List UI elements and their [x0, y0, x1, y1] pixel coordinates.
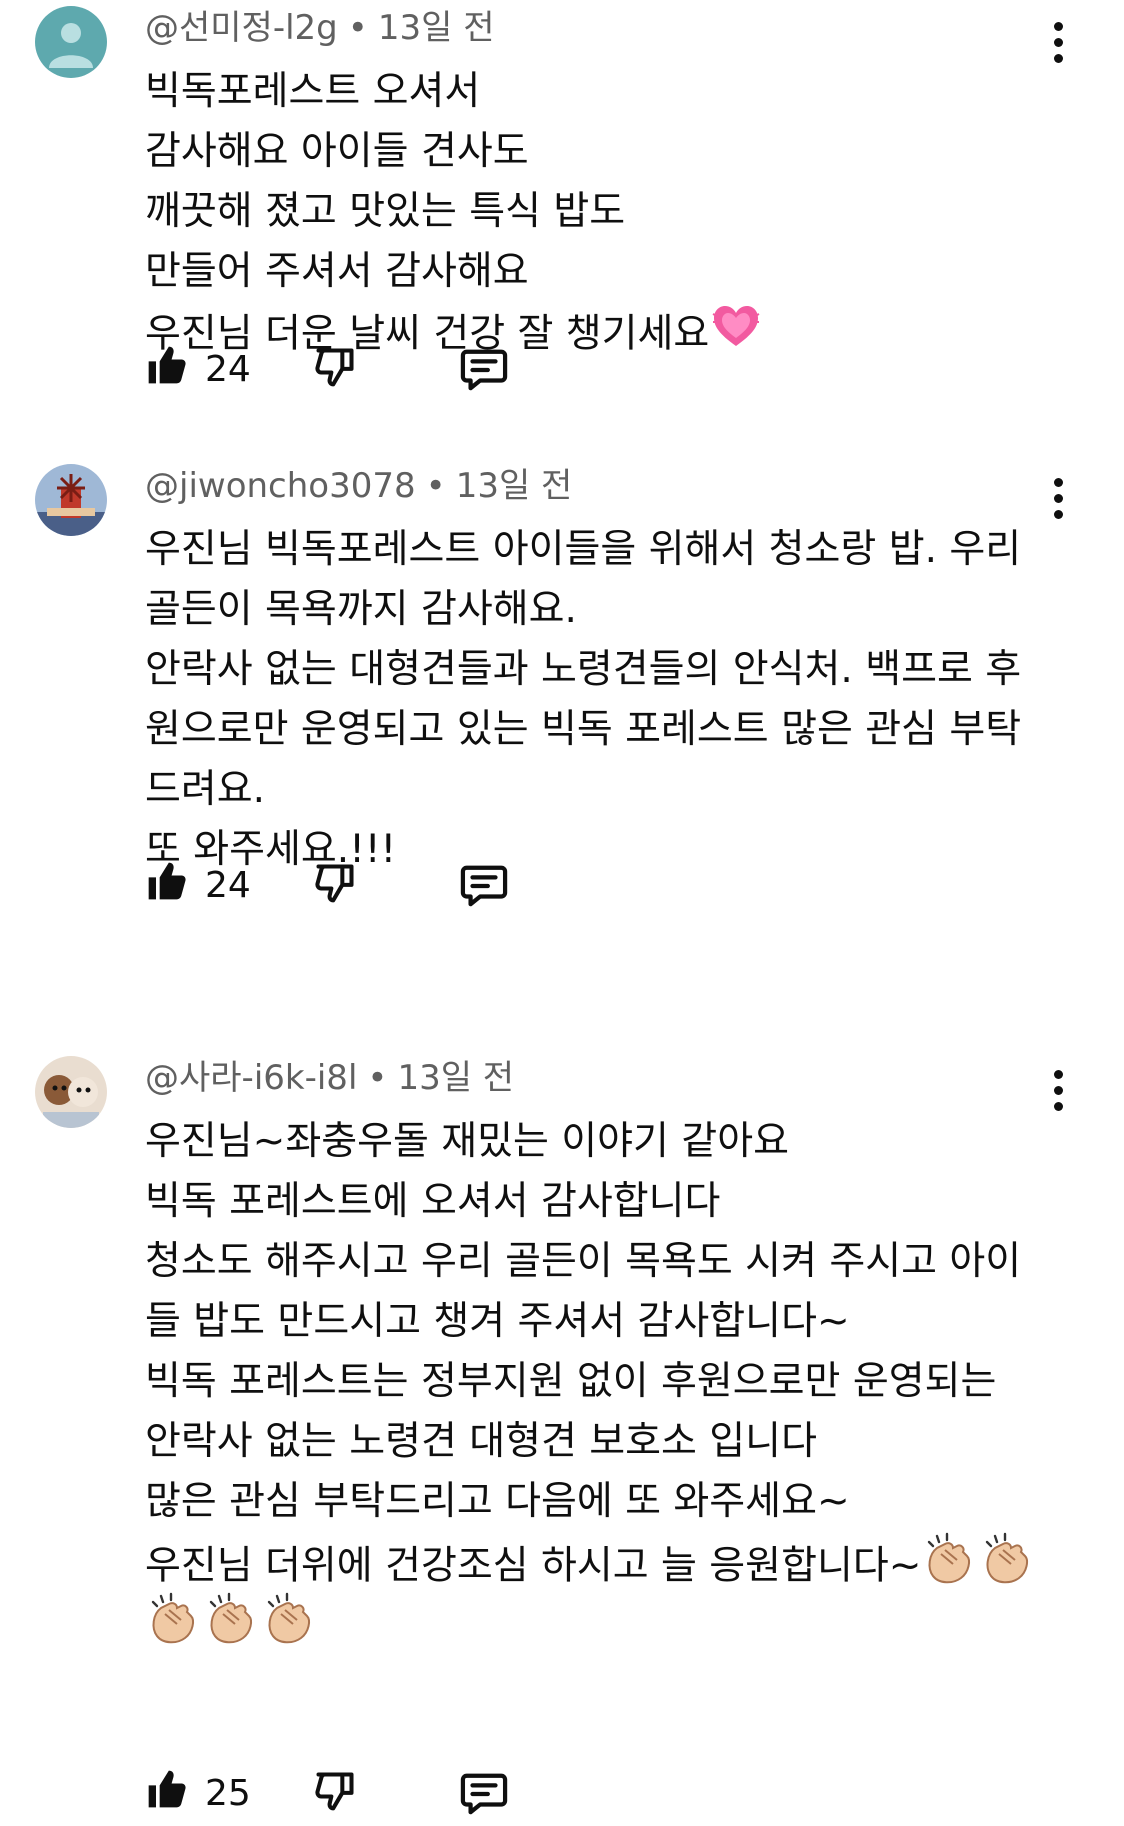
comment-author[interactable]: @jiwoncho3078 — [145, 466, 416, 506]
like-button[interactable] — [145, 1766, 193, 1818]
comment-3: @사라-i6k-i8l • 13일 전 우진님~좌충우돌 재밌는 이야기 같아요 빅… — [0, 1050, 1124, 1819]
comment-author[interactable]: @선미정-l2g — [145, 8, 338, 48]
more-vert-icon-dot — [1054, 38, 1063, 47]
dislike-button[interactable] — [313, 344, 361, 396]
comment-line: 감사해요 아이들 견사도 — [145, 129, 529, 174]
comment-line: 원으로만 운영되고 있는 빅독 포레스트 많은 관심 부탁 — [145, 707, 1022, 752]
comment-meta: @선미정-l2g • 13일 전 — [145, 4, 494, 52]
thumbs-up-icon — [148, 346, 186, 384]
clapping-hands-emoji — [263, 1592, 319, 1664]
thumbs-down-icon — [315, 1772, 354, 1811]
reply-icon — [460, 1773, 508, 1815]
more-options-button[interactable] — [1040, 1064, 1076, 1118]
comment-time: 13일 전 — [377, 8, 495, 48]
reply-button[interactable] — [459, 1770, 513, 1820]
clapping-hands-emoji — [147, 1592, 203, 1664]
more-vert-icon-dot — [1054, 510, 1063, 519]
thumbs-up-icon — [148, 862, 186, 900]
comment-line: 들 밥도 만드시고 챙겨 주셔서 감사합니다~ — [145, 1299, 850, 1344]
like-button[interactable] — [145, 342, 193, 394]
reply-button[interactable] — [459, 346, 513, 396]
comment-line: 우진님 더위에 건강조심 하시고 늘 응원합니다~ — [145, 1543, 922, 1589]
comment-line: 많은 관심 부탁드리고 다음에 또 와주세요~ — [145, 1479, 850, 1524]
more-options-button[interactable] — [1040, 472, 1076, 526]
comment-line: 빅독 포레스트에 오셔서 감사합니다 — [145, 1179, 721, 1224]
like-count: 24 — [205, 865, 251, 906]
comment-meta: @사라-i6k-i8l • 13일 전 — [145, 1054, 514, 1102]
more-vert-icon — [1054, 1070, 1063, 1079]
comment-author[interactable]: @사라-i6k-i8l — [145, 1058, 357, 1098]
meta-separator: • — [367, 1058, 388, 1098]
clapping-hands-emoji — [205, 1592, 261, 1664]
comment-line: 우진님 빅독포레스트 아이들을 위해서 청소랑 밥. 우리 — [145, 527, 1022, 572]
reply-button[interactable] — [459, 862, 513, 912]
thumbs-down-icon — [315, 348, 354, 387]
comment-time: 13일 전 — [397, 1058, 515, 1098]
more-options-button[interactable] — [1040, 16, 1076, 70]
dislike-button[interactable] — [313, 1768, 361, 1820]
comment-line: 골든이 목욕까지 감사해요. — [145, 587, 577, 632]
meta-separator: • — [347, 8, 368, 48]
comment-time: 13일 전 — [455, 466, 573, 506]
comment-line-with-emoji: 우진님 더위에 건강조심 하시고 늘 응원합니다~ — [145, 1532, 1045, 1592]
comment-line: 청소도 해주시고 우리 골든이 목욕도 시켜 주시고 아이 — [145, 1239, 1022, 1284]
comment-text: 빅독포레스트 오셔서 감사해요 아이들 견사도 깨끗해 졌고 맛있는 특식 밥도… — [145, 62, 1045, 362]
like-button[interactable] — [145, 858, 193, 910]
like-count: 25 — [205, 1773, 251, 1814]
clapping-hands-emoji — [981, 1532, 1037, 1604]
reply-icon — [460, 865, 508, 907]
more-vert-icon-dot — [1054, 1102, 1063, 1111]
avatar[interactable] — [35, 1056, 107, 1128]
comment-2: @jiwoncho3078 • 13일 전 우진님 빅독포레스트 아이들을 위해서 … — [0, 458, 1124, 978]
growing-heart-emoji — [711, 302, 761, 370]
avatar[interactable] — [35, 464, 107, 536]
comment-line: 안락사 없는 대형견들과 노령견들의 안식처. 백프로 후 — [145, 647, 1022, 692]
dislike-button[interactable] — [313, 860, 361, 912]
meta-separator: • — [425, 466, 446, 506]
more-vert-icon-dot — [1054, 1086, 1063, 1095]
avatar[interactable] — [35, 6, 107, 78]
comment-text: 우진님~좌충우돌 재밌는 이야기 같아요 빅독 포레스트에 오셔서 감사합니다 … — [145, 1112, 1045, 1652]
thumbs-up-icon — [148, 1770, 186, 1808]
more-vert-icon — [1054, 22, 1063, 31]
more-vert-icon-dot — [1054, 54, 1063, 63]
thumbs-down-icon — [315, 864, 354, 903]
comment-line: 안락사 없는 노령견 대형견 보호소 입니다 — [145, 1419, 817, 1464]
comment-line: 깨끗해 졌고 맛있는 특식 밥도 — [145, 189, 626, 234]
like-count: 24 — [205, 349, 251, 390]
comment-line: 드려요. — [145, 767, 266, 812]
comment-line: 빅독포레스트 오셔서 — [145, 69, 481, 114]
more-vert-icon-dot — [1054, 494, 1063, 503]
comment-line: 또 와주세요.!!! — [145, 827, 397, 872]
comment-line: 우진님~좌충우돌 재밌는 이야기 같아요 — [145, 1119, 789, 1164]
clapping-hands-emoji — [923, 1532, 979, 1604]
comment-text: 우진님 빅독포레스트 아이들을 위해서 청소랑 밥. 우리 골든이 목욕까지 감… — [145, 520, 1045, 880]
comment-meta: @jiwoncho3078 • 13일 전 — [145, 462, 572, 510]
more-vert-icon — [1054, 478, 1063, 487]
comment-line: 빅독 포레스트는 정부지원 없이 후원으로만 운영되는 — [145, 1359, 997, 1404]
emoji-line — [145, 1592, 1045, 1652]
reply-icon — [460, 349, 508, 391]
comment-line-with-emoji: 우진님 더운 날씨 건강 잘 챙기세요 — [145, 302, 1045, 362]
comment-1: @선미정-l2g • 13일 전 빅독포레스트 오셔서 감사해요 아이들 견사도 깨… — [0, 0, 1124, 470]
comment-line: 만들어 주셔서 감사해요 — [145, 249, 529, 294]
